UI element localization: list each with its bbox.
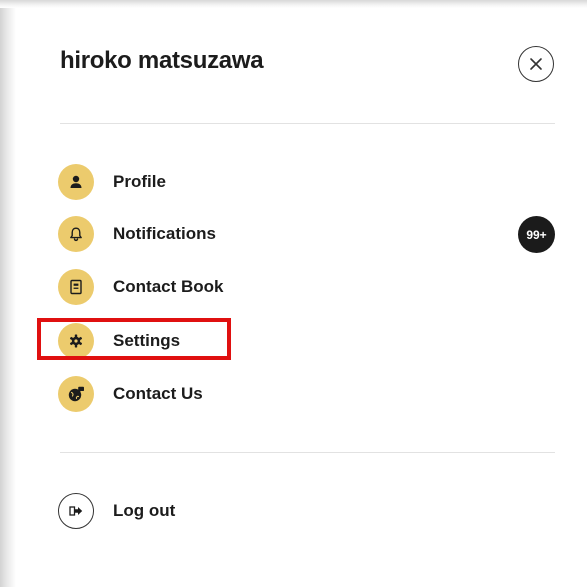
- close-icon: [530, 58, 542, 70]
- menu-item-label: Notifications: [113, 224, 216, 243]
- settings-highlight-box: [37, 318, 231, 360]
- logout-icon: [58, 493, 94, 529]
- menu-item-notifications[interactable]: Notifications: [58, 215, 216, 253]
- menu-item-contact-us[interactable]: Contact Us: [58, 375, 203, 413]
- menu-item-label: Contact Book: [113, 277, 224, 296]
- footer-divider: [60, 452, 555, 453]
- notification-count-badge: 99+: [518, 216, 555, 253]
- menu-item-contact-book[interactable]: Contact Book: [58, 268, 224, 306]
- user-name: hiroko matsuzawa: [60, 47, 264, 74]
- close-button[interactable]: [518, 46, 554, 82]
- person-icon: [58, 164, 94, 200]
- header-divider: [60, 123, 555, 124]
- panel-shadow-edge: [0, 0, 16, 587]
- panel-top-edge: [0, 0, 587, 8]
- logout-label: Log out: [113, 501, 176, 520]
- menu-item-profile[interactable]: Profile: [58, 163, 166, 201]
- contact-book-icon: [58, 269, 94, 305]
- globe-chat-icon: [58, 376, 94, 412]
- logout-button[interactable]: Log out: [58, 492, 175, 530]
- bell-icon: [58, 216, 94, 252]
- menu-item-label: Profile: [113, 172, 166, 191]
- menu-item-label: Contact Us: [113, 384, 203, 403]
